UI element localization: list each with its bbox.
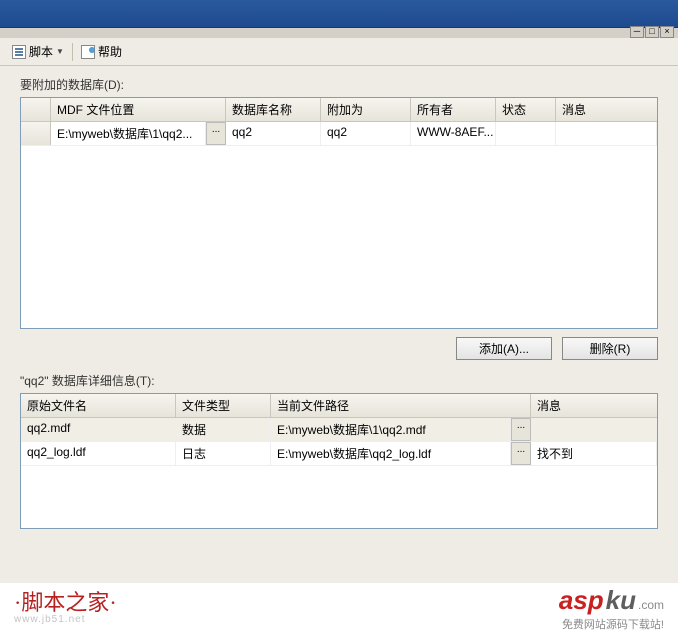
browse-button[interactable]: ... (206, 122, 226, 145)
cell-message (556, 122, 657, 145)
cell-path: E:\myweb\数据库\qq2_log.ldf (271, 442, 511, 465)
cell-owner: WWW-8AEF... (411, 122, 496, 145)
remove-button[interactable]: 删除(R) (562, 337, 658, 360)
col-detail-message[interactable]: 消息 (531, 394, 657, 417)
detail-label: "qq2" 数据库详细信息(T): (20, 372, 658, 389)
help-button[interactable]: 帮助 (77, 41, 126, 62)
cell-dbname: qq2 (226, 122, 321, 145)
detail-body: qq2.mdf 数据 E:\myweb\数据库\1\qq2.mdf ... qq… (21, 418, 657, 528)
cell-origfile: qq2.mdf (21, 418, 176, 441)
attach-db-label: 要附加的数据库(D): (20, 76, 658, 93)
row-corner (21, 98, 51, 121)
col-mdf-location[interactable]: MDF 文件位置 (51, 98, 226, 121)
button-row: 添加(A)... 删除(R) (20, 337, 658, 360)
detail-header: 原始文件名 文件类型 当前文件路径 消息 (21, 394, 657, 418)
browse-button[interactable]: ... (511, 442, 531, 465)
right-logo-ku: ku (606, 585, 636, 616)
detail-grid[interactable]: 原始文件名 文件类型 当前文件路径 消息 qq2.mdf 数据 E:\myweb… (20, 393, 658, 529)
help-label: 帮助 (98, 43, 122, 60)
script-icon (12, 45, 26, 59)
col-file-type[interactable]: 文件类型 (176, 394, 271, 417)
cell-origfile: qq2_log.ldf (21, 442, 176, 465)
cell-mdf: E:\myweb\数据库\1\qq2... (51, 122, 206, 145)
title-bar (0, 0, 678, 28)
cell-filetype: 数据 (176, 418, 271, 441)
cell-attachas: qq2 (321, 122, 411, 145)
close-button[interactable]: × (660, 26, 674, 38)
watermark-right: asp ku .com 免费网站源码下载站! (559, 585, 664, 632)
table-row[interactable]: qq2_log.ldf 日志 E:\myweb\数据库\qq2_log.ldf … (21, 442, 657, 466)
add-button[interactable]: 添加(A)... (456, 337, 552, 360)
script-button[interactable]: 脚本 ▼ (8, 41, 68, 62)
minimize-button[interactable]: ─ (630, 26, 644, 38)
watermark-left: ·脚本之家· www.jb51.net (14, 592, 117, 625)
col-status[interactable]: 状态 (496, 98, 556, 121)
right-logo-asp: asp (559, 585, 604, 616)
cell-msg: 找不到 (531, 442, 657, 465)
grid-body: E:\myweb\数据库\1\qq2... ... qq2 qq2 WWW-8A… (21, 122, 657, 328)
col-db-name[interactable]: 数据库名称 (226, 98, 321, 121)
row-header[interactable] (21, 122, 51, 145)
help-icon (81, 45, 95, 59)
script-label: 脚本 (29, 43, 53, 60)
content-area: 要附加的数据库(D): MDF 文件位置 数据库名称 附加为 所有者 状态 消息… (0, 66, 678, 611)
right-logo-com: .com (638, 598, 664, 612)
cell-msg (531, 418, 657, 441)
cell-path: E:\myweb\数据库\1\qq2.mdf (271, 418, 511, 441)
table-row[interactable]: qq2.mdf 数据 E:\myweb\数据库\1\qq2.mdf ... (21, 418, 657, 442)
window-controls: ─ □ × (0, 28, 678, 38)
grid-header: MDF 文件位置 数据库名称 附加为 所有者 状态 消息 (21, 98, 657, 122)
left-logo-text: ·脚本之家· (14, 592, 117, 614)
toolbar-divider (72, 43, 73, 61)
col-current-path[interactable]: 当前文件路径 (271, 394, 531, 417)
maximize-button[interactable]: □ (645, 26, 659, 38)
right-logo-sub: 免费网站源码下载站! (559, 616, 664, 632)
col-message[interactable]: 消息 (556, 98, 657, 121)
table-row[interactable]: E:\myweb\数据库\1\qq2... ... qq2 qq2 WWW-8A… (21, 122, 657, 146)
browse-button[interactable]: ... (511, 418, 531, 441)
chevron-down-icon: ▼ (56, 47, 64, 56)
cell-status (496, 122, 556, 145)
toolbar: 脚本 ▼ 帮助 (0, 38, 678, 66)
cell-filetype: 日志 (176, 442, 271, 465)
col-attach-as[interactable]: 附加为 (321, 98, 411, 121)
attach-db-grid[interactable]: MDF 文件位置 数据库名称 附加为 所有者 状态 消息 E:\myweb\数据… (20, 97, 658, 329)
col-orig-file[interactable]: 原始文件名 (21, 394, 176, 417)
col-owner[interactable]: 所有者 (411, 98, 496, 121)
watermark-footer: ·脚本之家· www.jb51.net asp ku .com 免费网站源码下载… (0, 583, 678, 633)
left-logo-url: www.jb51.net (14, 614, 117, 625)
